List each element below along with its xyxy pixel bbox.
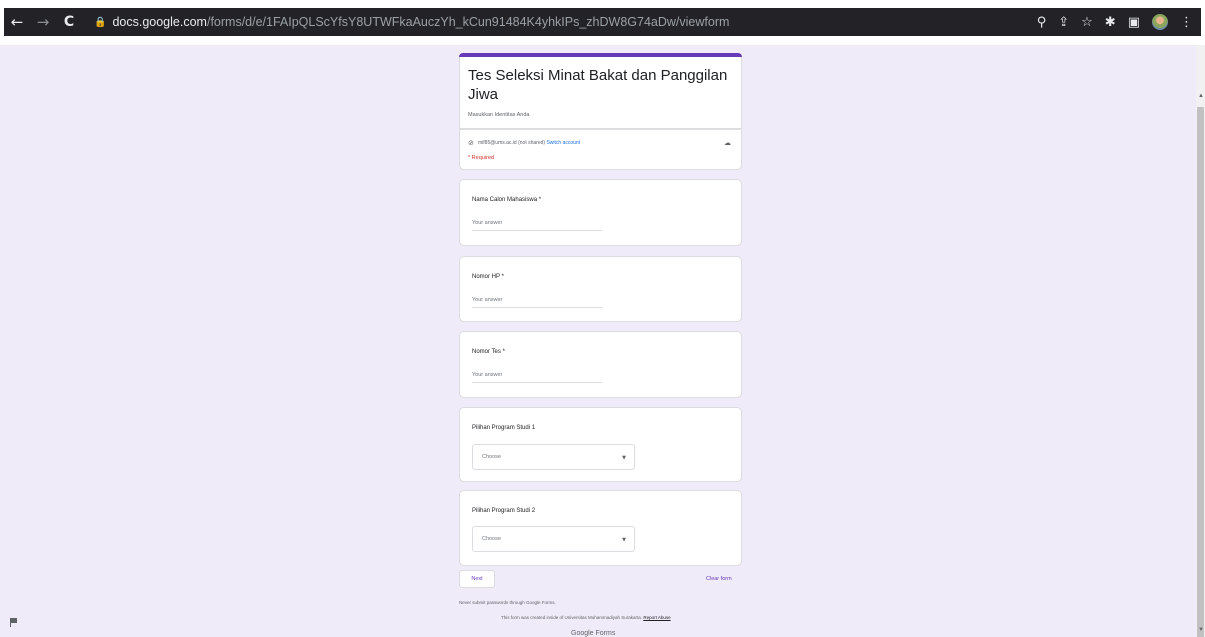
password-warning: Never submit passwords through Google Fo… [459,600,556,605]
browser-toolbar: ← → C 🔒 docs.google.com/forms/d/e/1FAIpQ… [0,0,1205,45]
account-card: ⊘ mif85@ums.ac.id (not shared) Switch ac… [459,129,742,170]
reload-icon[interactable]: C [56,14,82,30]
account-email: mif85@ums.ac.id [478,140,517,146]
account-info: mif85@ums.ac.id (not shared) Switch acco… [478,140,580,146]
forward-icon[interactable]: → [30,13,56,31]
answer-input[interactable]: Your answer [472,369,602,383]
next-button[interactable]: Next [459,570,495,588]
star-icon[interactable]: ☆ [1081,15,1093,30]
not-shared-label: (not shared) [518,140,546,146]
question-label: Nama Calon Mahasiswa * [472,197,542,203]
select-value: Choose [482,454,501,460]
not-shared-icon: ⊘ [468,139,474,147]
lock-icon[interactable]: 🔒 [94,17,106,28]
form-title: Tes Seleksi Minat Bakat dan Panggilan Ji… [468,67,728,103]
question-card: Nomor HP * Your answer [459,256,742,322]
answer-input[interactable]: Your answer [472,294,602,308]
question-card: Pilihan Program Studi 2 Choose ▼ [459,490,742,566]
scrollbar[interactable]: ▲ ▼ [1196,45,1205,637]
share-icon[interactable]: ⇪ [1058,15,1069,30]
zoom-icon[interactable]: ⚲ [1037,15,1047,30]
google-forms-brand[interactable]: Google Forms [571,630,615,637]
question-label: Pilihan Program Studi 1 [472,425,536,431]
report-flag-icon[interactable] [10,618,17,627]
question-label: Nomor HP * [472,274,504,280]
question-label: Nomor Tes * [472,349,505,355]
question-card: Pilihan Program Studi 1 Choose ▼ [459,407,742,482]
scrollbar-thumb[interactable] [1197,107,1204,637]
dropdown-arrow-icon: ▼ [622,537,626,543]
answer-input[interactable]: Your answer [472,217,602,231]
report-abuse-link[interactable]: Report Abuse [643,615,670,620]
cloud-icon: ☁ [724,139,731,147]
select-value: Choose [482,536,501,542]
form-header-card: Tes Seleksi Minat Bakat dan Panggilan Ji… [459,53,742,129]
clear-form-button[interactable]: Clear form [706,576,732,582]
question-card: Nama Calon Mahasiswa * Your answer [459,179,742,246]
dropdown-arrow-icon: ▼ [622,455,626,461]
accent-bar [459,53,742,57]
scroll-down-icon[interactable]: ▼ [1198,627,1204,633]
back-icon[interactable]: ← [4,13,30,31]
form-container: Tes Seleksi Minat Bakat dan Panggilan Ji… [459,53,742,170]
extensions-icon[interactable]: ✱ [1105,15,1116,30]
sidebar-icon[interactable]: ▣ [1128,15,1140,30]
form-origin-note: This form was created inside of Universi… [501,615,671,620]
menu-icon[interactable]: ⋮ [1180,15,1193,30]
switch-account-link[interactable]: Switch account [546,140,580,146]
program-select[interactable]: Choose ▼ [472,526,635,552]
form-description: Masukkan Identitas Anda [468,112,530,118]
question-label: Pilihan Program Studi 2 [472,508,536,514]
required-note: * Required [468,155,494,161]
address-bar[interactable]: docs.google.com/forms/d/e/1FAIpQLScYfsY8… [112,15,729,29]
url-path: /forms/d/e/1FAIpQLScYfsY8UTWFkaAuczYh_kC… [206,15,730,29]
address-bar-strip: ← → C 🔒 docs.google.com/forms/d/e/1FAIpQ… [4,8,1201,36]
program-select[interactable]: Choose ▼ [472,444,635,470]
scroll-up-icon[interactable]: ▲ [1198,93,1204,99]
question-card: Nomor Tes * Your answer [459,331,742,398]
url-host: docs.google.com [112,15,207,29]
profile-avatar[interactable] [1152,14,1168,30]
form-origin-text: This form was created inside of Universi… [501,615,643,620]
browser-actions: ⚲ ⇪ ☆ ✱ ▣ ⋮ [1037,8,1193,36]
